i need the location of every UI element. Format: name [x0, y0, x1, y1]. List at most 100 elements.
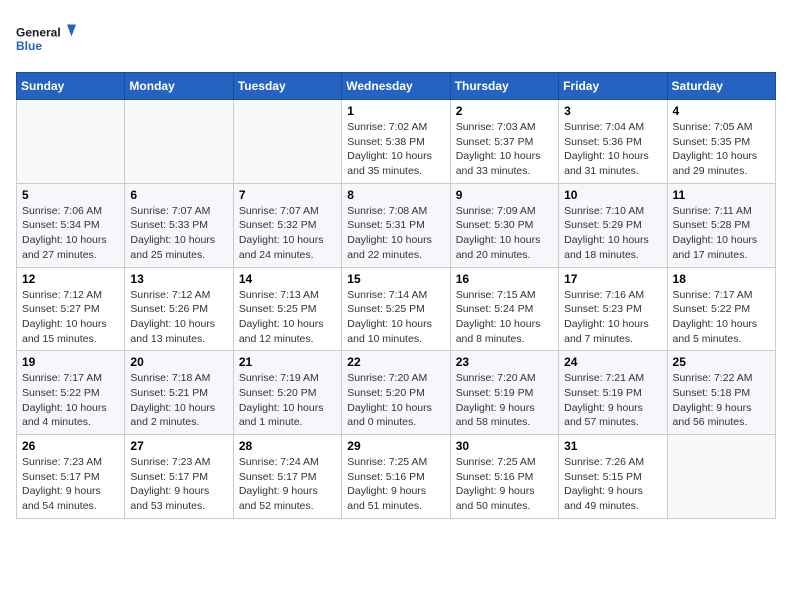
day-content: Sunrise: 7:13 AMSunset: 5:25 PMDaylight:… — [239, 288, 336, 347]
calendar-cell: 3 Sunrise: 7:04 AMSunset: 5:36 PMDaylight… — [559, 100, 667, 184]
day-content: Sunrise: 7:21 AMSunset: 5:19 PMDaylight:… — [564, 371, 661, 430]
day-content: Sunrise: 7:10 AMSunset: 5:29 PMDaylight:… — [564, 204, 661, 263]
day-content: Sunrise: 7:18 AMSunset: 5:21 PMDaylight:… — [130, 371, 227, 430]
calendar-cell: 20Sunrise: 7:18 AMSunset: 5:21 PMDayligh… — [125, 351, 233, 435]
day-content: Sunrise: 7:02 AMSunset: 5:38 PMDaylight:… — [347, 120, 444, 179]
day-content: Sunrise: 7:17 AMSunset: 5:22 PMDaylight:… — [673, 288, 770, 347]
calendar-cell: 16 Sunrise: 7:15 AMSunset: 5:24 PMDayligh… — [450, 267, 558, 351]
day-number: 27 — [130, 439, 227, 453]
day-number: 31 — [564, 439, 661, 453]
day-content: Sunrise: 7:24 AMSunset: 5:17 PMDaylight:… — [239, 455, 336, 514]
day-number: 1 — [347, 104, 444, 118]
calendar-cell: 6Sunrise: 7:07 AMSunset: 5:33 PMDaylight… — [125, 183, 233, 267]
day-number: 19 — [22, 355, 119, 369]
day-content: Sunrise: 7:12 AMSunset: 5:27 PMDaylight:… — [22, 288, 119, 347]
calendar-cell: 13Sunrise: 7:12 AMSunset: 5:26 PMDayligh… — [125, 267, 233, 351]
day-content: Sunrise: 7:05 AMSunset: 5:35 PMDaylight:… — [673, 120, 770, 179]
day-number: 14 — [239, 272, 336, 286]
day-number: 11 — [673, 188, 770, 202]
day-number: 23 — [456, 355, 553, 369]
calendar-cell: 1 Sunrise: 7:02 AMSunset: 5:38 PMDaylight… — [342, 100, 450, 184]
calendar-week-row: 5Sunrise: 7:06 AMSunset: 5:34 PMDaylight… — [17, 183, 776, 267]
day-content: Sunrise: 7:09 AMSunset: 5:30 PMDaylight:… — [456, 204, 553, 263]
day-number: 24 — [564, 355, 661, 369]
calendar-cell: 29 Sunrise: 7:25 AMSunset: 5:16 PMDayligh… — [342, 435, 450, 519]
day-content: Sunrise: 7:11 AMSunset: 5:28 PMDaylight:… — [673, 204, 770, 263]
calendar-week-row: 1 Sunrise: 7:02 AMSunset: 5:38 PMDaylight… — [17, 100, 776, 184]
calendar-cell: 30Sunrise: 7:25 AMSunset: 5:16 PMDayligh… — [450, 435, 558, 519]
day-content: Sunrise: 7:07 AMSunset: 5:33 PMDaylight:… — [130, 204, 227, 263]
day-content: Sunrise: 7:15 AMSunset: 5:24 PMDaylight:… — [456, 288, 553, 347]
calendar-week-row: 12Sunrise: 7:12 AMSunset: 5:27 PMDayligh… — [17, 267, 776, 351]
logo-svg: General Blue — [16, 16, 76, 60]
day-number: 10 — [564, 188, 661, 202]
day-number: 15 — [347, 272, 444, 286]
calendar-cell: 18Sunrise: 7:17 AMSunset: 5:22 PMDayligh… — [667, 267, 775, 351]
day-number: 13 — [130, 272, 227, 286]
day-number: 22 — [347, 355, 444, 369]
calendar-cell: 9 Sunrise: 7:09 AMSunset: 5:30 PMDaylight… — [450, 183, 558, 267]
calendar-cell: 24 Sunrise: 7:21 AMSunset: 5:19 PMDayligh… — [559, 351, 667, 435]
day-of-week-header: Thursday — [450, 73, 558, 100]
calendar-cell — [17, 100, 125, 184]
logo: General Blue — [16, 16, 76, 60]
day-number: 9 — [456, 188, 553, 202]
day-content: Sunrise: 7:03 AMSunset: 5:37 PMDaylight:… — [456, 120, 553, 179]
day-of-week-header: Saturday — [667, 73, 775, 100]
day-content: Sunrise: 7:04 AMSunset: 5:36 PMDaylight:… — [564, 120, 661, 179]
day-number: 7 — [239, 188, 336, 202]
page-header: General Blue — [16, 16, 776, 60]
day-of-week-header: Wednesday — [342, 73, 450, 100]
calendar-cell: 31 Sunrise: 7:26 AMSunset: 5:15 PMDayligh… — [559, 435, 667, 519]
calendar-week-row: 19Sunrise: 7:17 AMSunset: 5:22 PMDayligh… — [17, 351, 776, 435]
calendar-table: SundayMondayTuesdayWednesdayThursdayFrid… — [16, 72, 776, 519]
svg-text:Blue: Blue — [16, 39, 42, 53]
day-number: 28 — [239, 439, 336, 453]
calendar-cell: 7 Sunrise: 7:07 AMSunset: 5:32 PMDaylight… — [233, 183, 341, 267]
calendar-cell: 25 Sunrise: 7:22 AMSunset: 5:18 PMDayligh… — [667, 351, 775, 435]
day-of-week-header: Friday — [559, 73, 667, 100]
calendar-cell: 14 Sunrise: 7:13 AMSunset: 5:25 PMDayligh… — [233, 267, 341, 351]
day-content: Sunrise: 7:25 AMSunset: 5:16 PMDaylight:… — [347, 455, 444, 514]
calendar-cell: 21 Sunrise: 7:19 AMSunset: 5:20 PMDayligh… — [233, 351, 341, 435]
day-content: Sunrise: 7:20 AMSunset: 5:19 PMDaylight:… — [456, 371, 553, 430]
day-number: 21 — [239, 355, 336, 369]
calendar-cell: 28 Sunrise: 7:24 AMSunset: 5:17 PMDayligh… — [233, 435, 341, 519]
day-number: 30 — [456, 439, 553, 453]
calendar-cell: 12Sunrise: 7:12 AMSunset: 5:27 PMDayligh… — [17, 267, 125, 351]
day-content: Sunrise: 7:14 AMSunset: 5:25 PMDaylight:… — [347, 288, 444, 347]
calendar-cell: 17 Sunrise: 7:16 AMSunset: 5:23 PMDayligh… — [559, 267, 667, 351]
calendar-cell: 15 Sunrise: 7:14 AMSunset: 5:25 PMDayligh… — [342, 267, 450, 351]
calendar-cell: 4Sunrise: 7:05 AMSunset: 5:35 PMDaylight… — [667, 100, 775, 184]
day-number: 16 — [456, 272, 553, 286]
calendar-cell: 10 Sunrise: 7:10 AMSunset: 5:29 PMDayligh… — [559, 183, 667, 267]
calendar-cell: 5Sunrise: 7:06 AMSunset: 5:34 PMDaylight… — [17, 183, 125, 267]
day-number: 2 — [456, 104, 553, 118]
day-content: Sunrise: 7:19 AMSunset: 5:20 PMDaylight:… — [239, 371, 336, 430]
calendar-cell: 22Sunrise: 7:20 AMSunset: 5:20 PMDayligh… — [342, 351, 450, 435]
calendar-cell: 26Sunrise: 7:23 AMSunset: 5:17 PMDayligh… — [17, 435, 125, 519]
calendar-cell — [125, 100, 233, 184]
calendar-week-row: 26Sunrise: 7:23 AMSunset: 5:17 PMDayligh… — [17, 435, 776, 519]
day-content: Sunrise: 7:23 AMSunset: 5:17 PMDaylight:… — [22, 455, 119, 514]
day-of-week-header: Sunday — [17, 73, 125, 100]
svg-text:General: General — [16, 26, 61, 40]
day-content: Sunrise: 7:23 AMSunset: 5:17 PMDaylight:… — [130, 455, 227, 514]
day-number: 8 — [347, 188, 444, 202]
day-content: Sunrise: 7:08 AMSunset: 5:31 PMDaylight:… — [347, 204, 444, 263]
day-of-week-header: Tuesday — [233, 73, 341, 100]
day-number: 29 — [347, 439, 444, 453]
day-content: Sunrise: 7:26 AMSunset: 5:15 PMDaylight:… — [564, 455, 661, 514]
day-number: 3 — [564, 104, 661, 118]
calendar-cell: 23 Sunrise: 7:20 AMSunset: 5:19 PMDayligh… — [450, 351, 558, 435]
day-number: 17 — [564, 272, 661, 286]
calendar-cell: 2 Sunrise: 7:03 AMSunset: 5:37 PMDaylight… — [450, 100, 558, 184]
calendar-header-row: SundayMondayTuesdayWednesdayThursdayFrid… — [17, 73, 776, 100]
day-content: Sunrise: 7:16 AMSunset: 5:23 PMDaylight:… — [564, 288, 661, 347]
calendar-cell: 8 Sunrise: 7:08 AMSunset: 5:31 PMDaylight… — [342, 183, 450, 267]
day-number: 5 — [22, 188, 119, 202]
calendar-cell — [667, 435, 775, 519]
day-content: Sunrise: 7:22 AMSunset: 5:18 PMDaylight:… — [673, 371, 770, 430]
day-number: 25 — [673, 355, 770, 369]
day-content: Sunrise: 7:07 AMSunset: 5:32 PMDaylight:… — [239, 204, 336, 263]
